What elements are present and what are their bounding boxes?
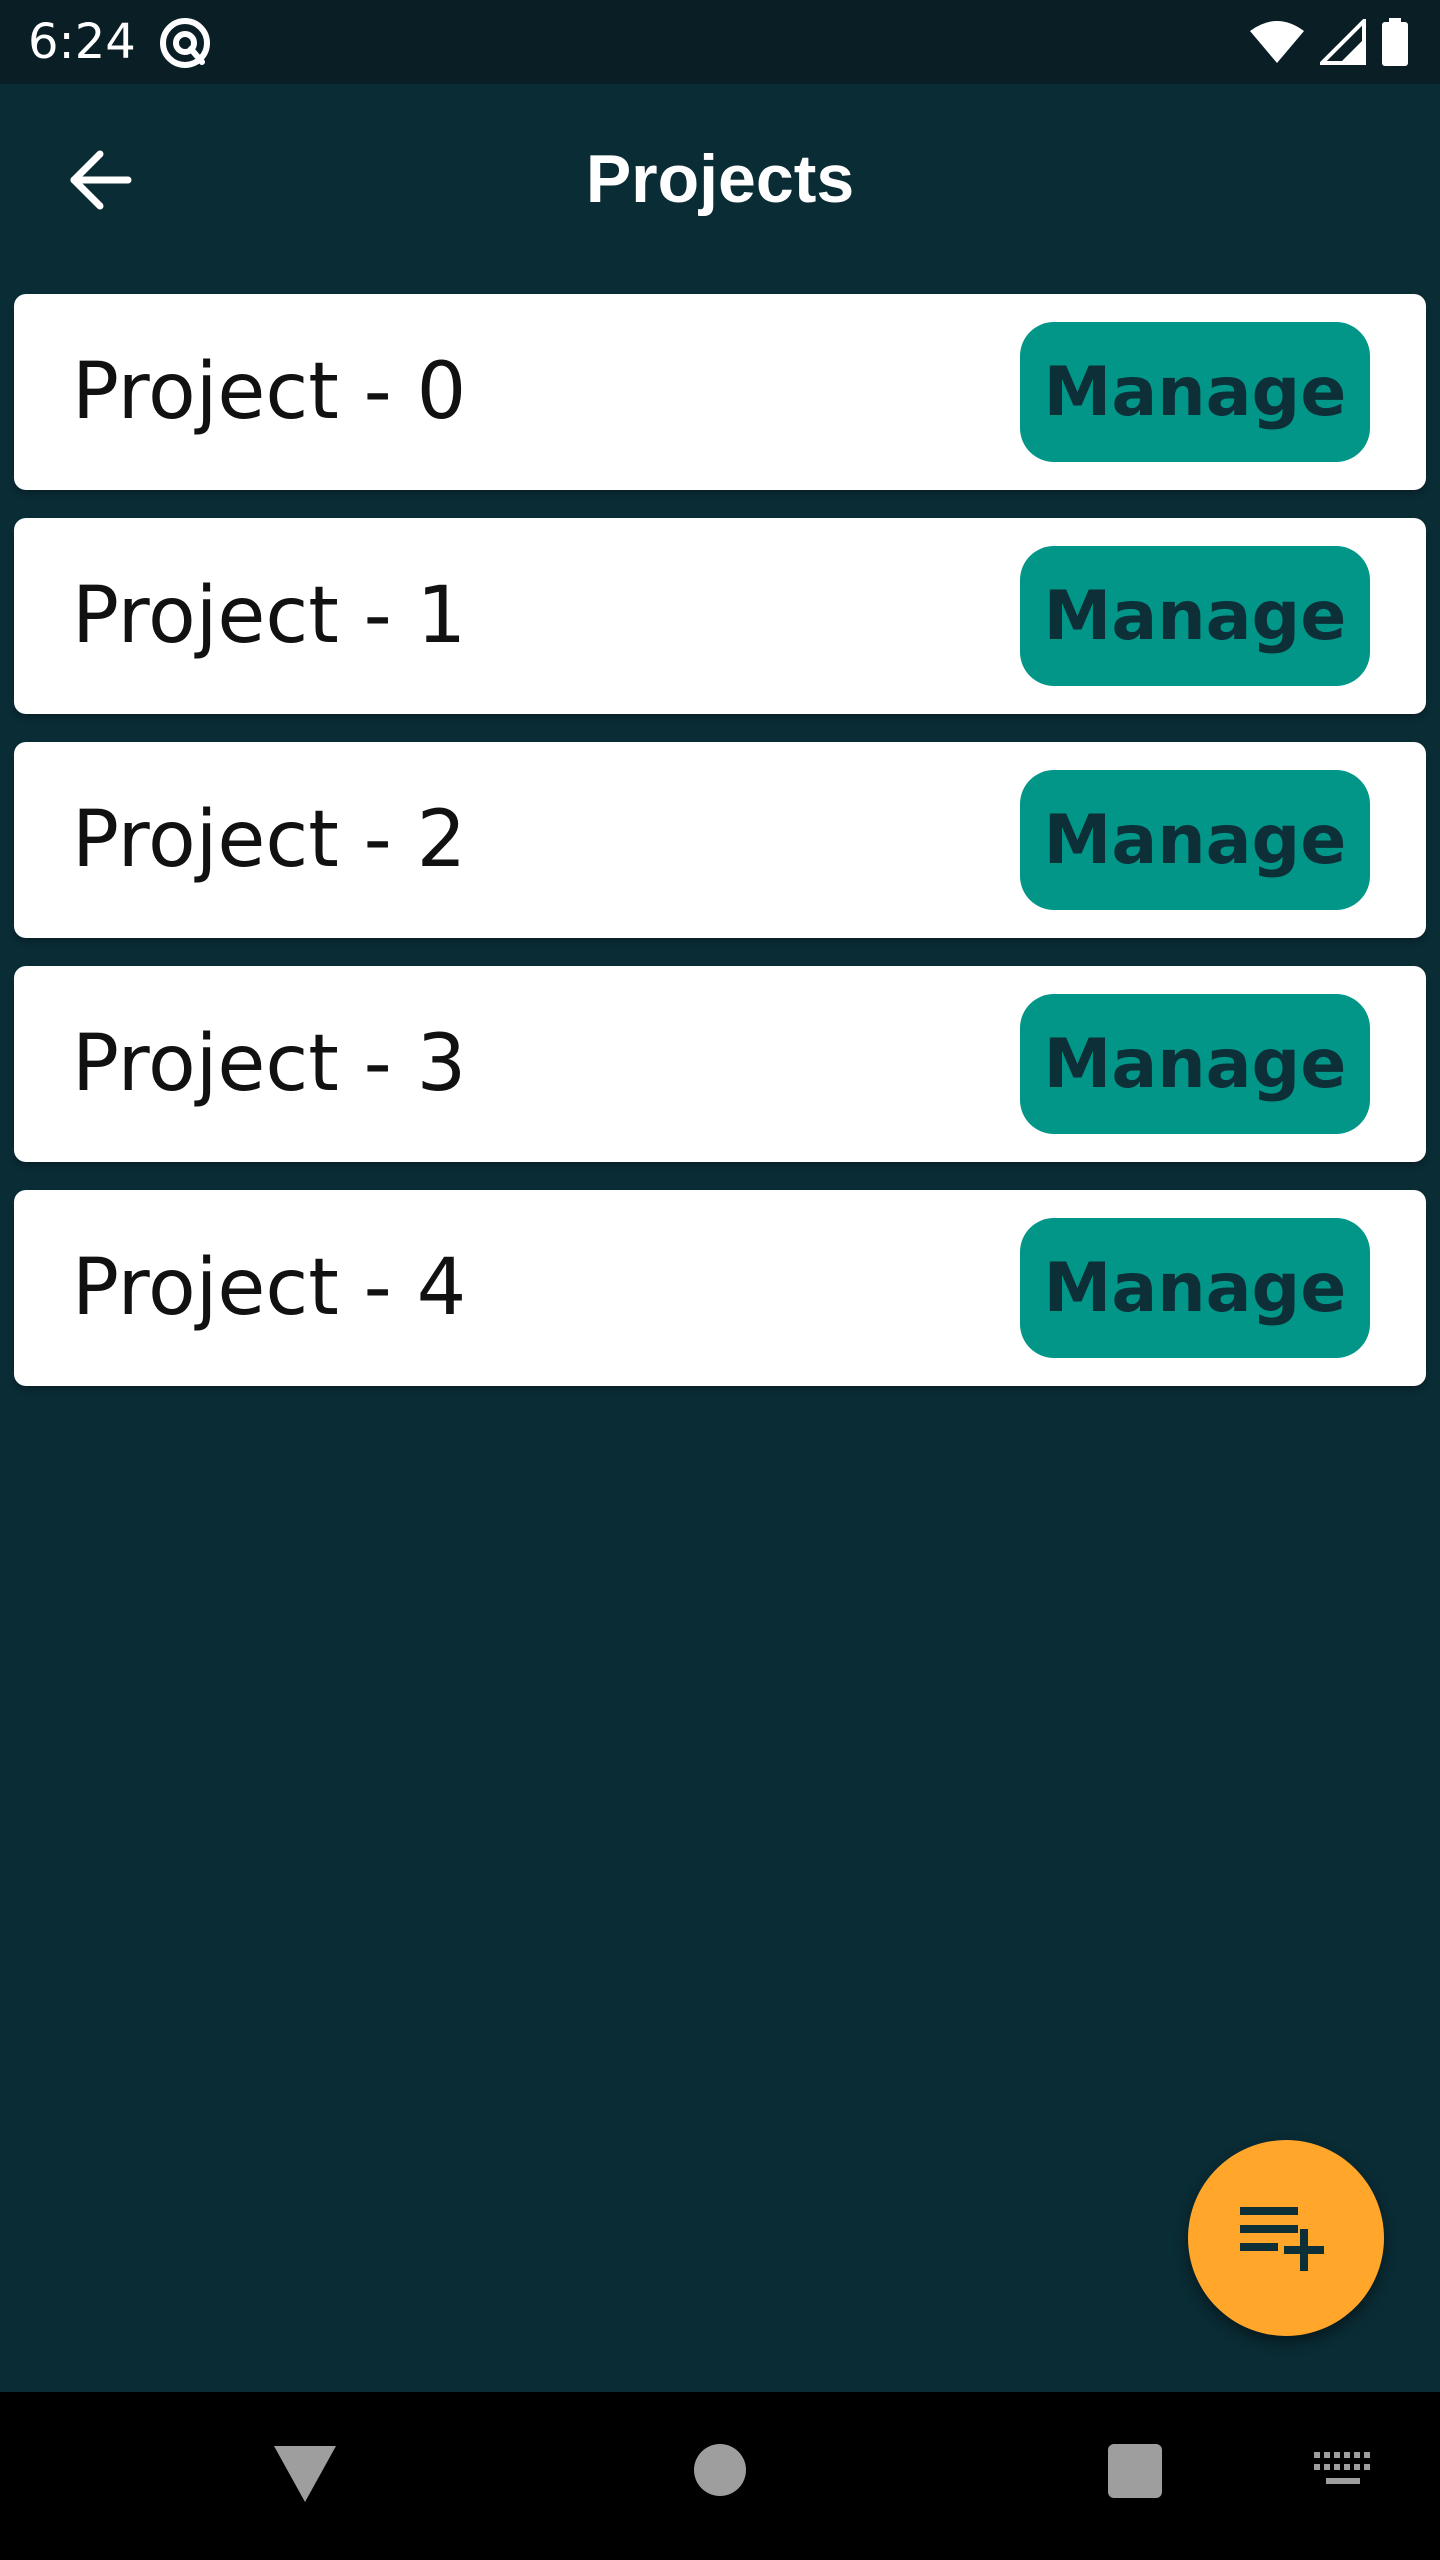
project-name: Project - 0 [72,347,467,437]
cell-signal-icon [1320,19,1366,65]
status-icons [1248,16,1410,68]
app-bar: Projects [0,84,1440,280]
manage-button[interactable]: Manage [1020,770,1370,910]
nav-back-icon[interactable] [272,2444,338,2504]
nav-recents-icon[interactable] [1108,2444,1162,2498]
playlist-add-icon [1240,2207,1324,2271]
manage-button[interactable]: Manage [1020,994,1370,1134]
status-bar: 6:24 [0,0,1440,84]
project-card: Project - 4 Manage [14,1190,1426,1386]
add-project-fab[interactable] [1188,2140,1384,2336]
project-name: Project - 3 [72,1019,467,1109]
keyboard-icon[interactable] [1314,2452,1372,2492]
project-name: Project - 2 [72,795,467,885]
system-nav-bar [0,2392,1440,2560]
page-title: Projects [585,141,855,217]
project-name: Project - 1 [72,571,467,661]
manage-button[interactable]: Manage [1020,1218,1370,1358]
at-sign-app-icon [160,18,210,68]
manage-button[interactable]: Manage [1020,546,1370,686]
project-name: Project - 4 [72,1243,467,1333]
project-card: Project - 2 Manage [14,742,1426,938]
manage-button[interactable]: Manage [1020,322,1370,462]
project-card: Project - 1 Manage [14,518,1426,714]
nav-home-icon[interactable] [694,2444,746,2496]
battery-icon [1382,18,1408,66]
screen: 6:24 Projects Project - 0 Manage Project… [0,0,1440,2560]
status-time: 6:24 [28,14,136,70]
project-card: Project - 3 Manage [14,966,1426,1162]
wifi-icon [1250,21,1304,63]
project-list: Project - 0 Manage Project - 1 Manage Pr… [14,294,1426,1414]
project-card: Project - 0 Manage [14,294,1426,490]
